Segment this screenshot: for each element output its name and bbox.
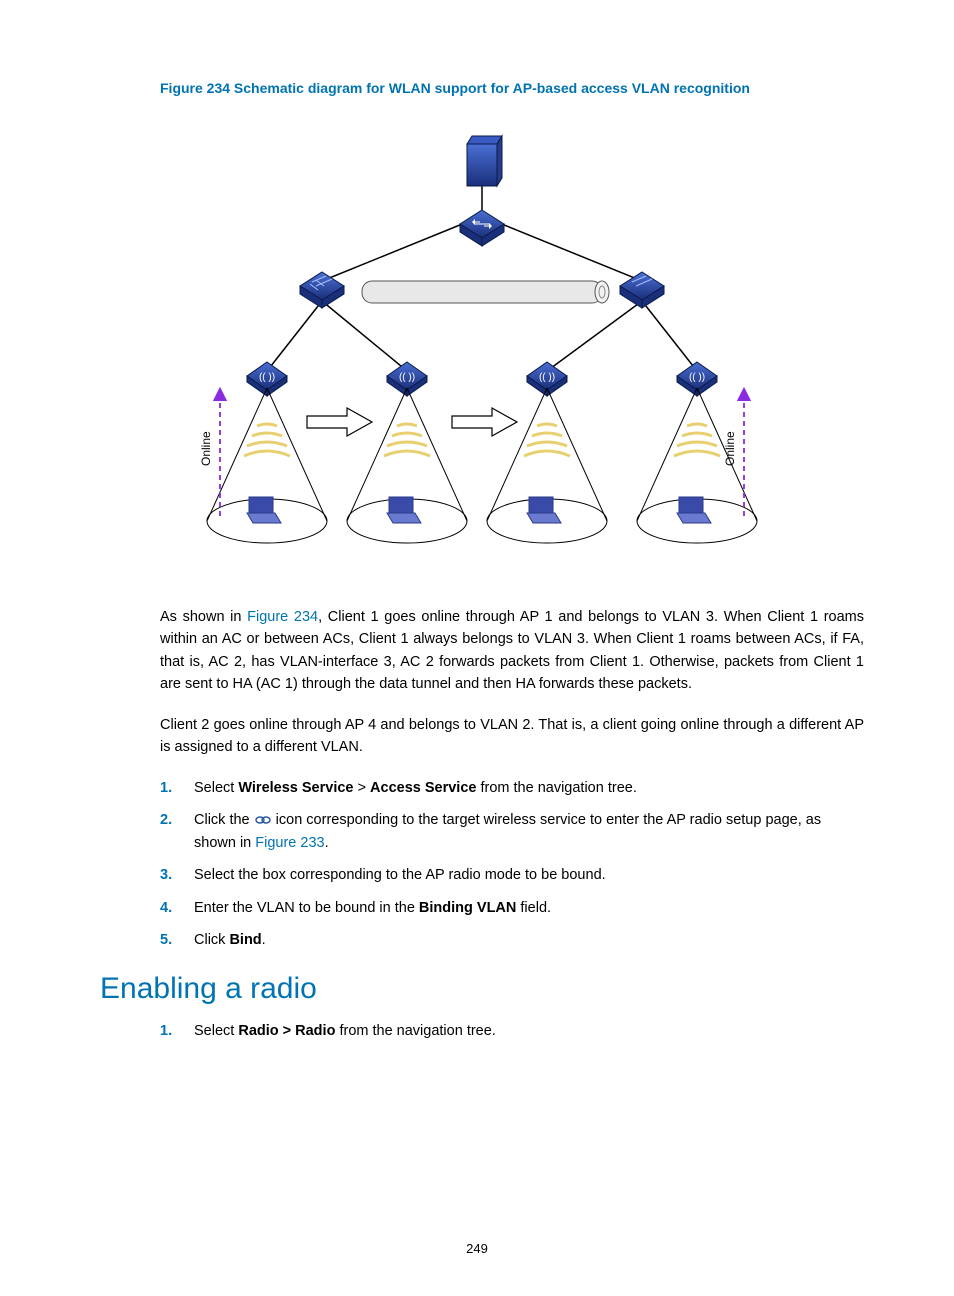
steps-list-2: 1.Select Radio > Radio from the navigati… [160,1020,864,1042]
online-label-left: Online [199,431,213,466]
paragraph-2: Client 2 goes online through AP 4 and be… [160,714,864,759]
coverage [207,388,757,543]
svg-text:(( )): (( )) [539,372,555,383]
page-number: 249 [0,1241,954,1256]
figure-233-link[interactable]: Figure 233 [255,835,324,851]
svg-text:(( )): (( )) [259,372,275,383]
svg-text:(( )): (( )) [689,372,705,383]
figure-caption: Figure 234 Schematic diagram for WLAN su… [160,80,864,96]
svg-text:(( )): (( )) [399,372,415,383]
figure-234-link[interactable]: Figure 234 [247,609,318,625]
online-label-right: Online [723,431,737,466]
ap-row: (( )) (( )) (( )) (( )) [247,362,717,396]
steps-list-1: 1.Select Wireless Service > Access Servi… [160,777,864,952]
network-diagram: (( )) (( )) (( )) (( )) [172,126,792,566]
link-icon [254,812,272,828]
roam-arrows [307,408,517,436]
heading-enabling-radio: Enabling a radio [100,972,864,1006]
paragraph-1: As shown in Figure 234, Client 1 goes on… [160,606,864,696]
